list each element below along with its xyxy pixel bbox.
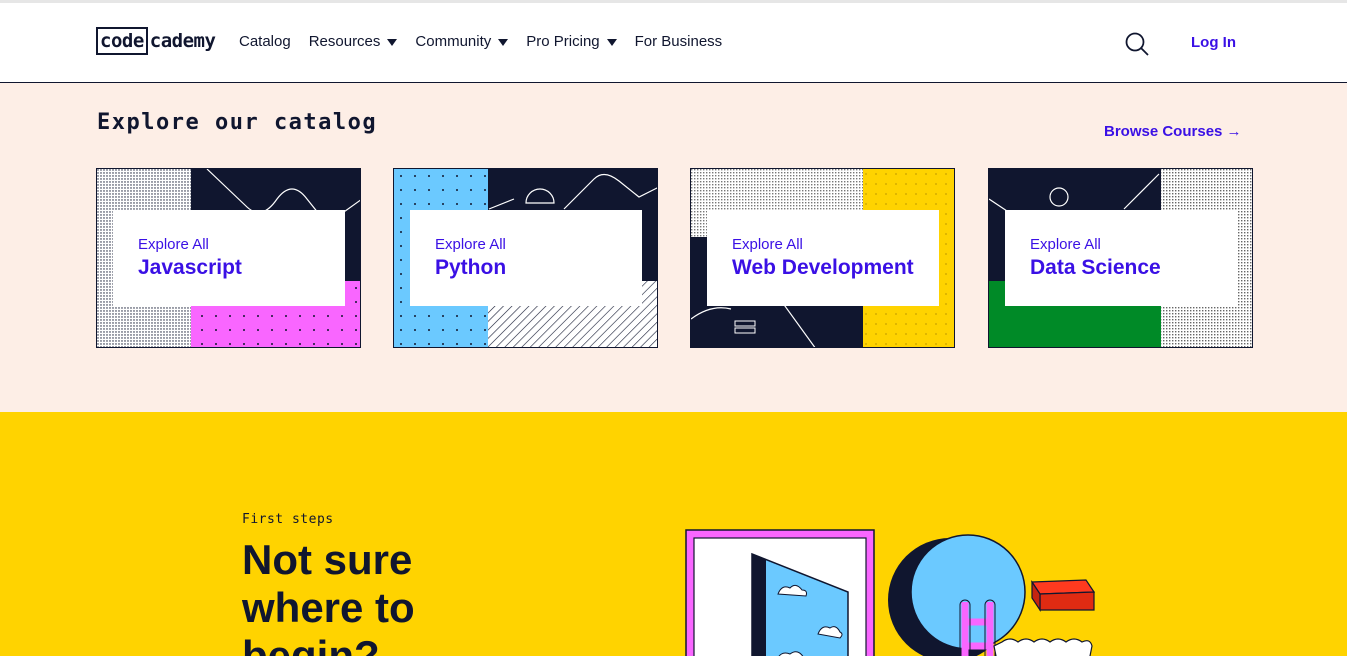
browse-courses-link[interactable]: Browse Courses → [1104, 123, 1242, 140]
card-title: Web Development [732, 256, 914, 279]
caret-down-icon [498, 38, 509, 46]
logo-box-text: code [96, 27, 148, 55]
card-small-text: Explore All [732, 236, 803, 253]
login-link[interactable]: Log In [1191, 34, 1236, 51]
nav-community[interactable]: Community [415, 31, 509, 53]
caret-down-icon [606, 38, 617, 46]
nav-community-label: Community [415, 33, 492, 50]
card-data-science[interactable]: Explore All Data Science [988, 168, 1253, 348]
nav-pro-pricing[interactable]: Pro Pricing [526, 31, 617, 53]
card-title: Data Science [1030, 256, 1161, 279]
first-steps-illustration [685, 529, 1096, 656]
first-steps-kicker: First steps [242, 512, 334, 527]
card-label: Explore All Web Development [707, 210, 939, 306]
card-small-text: Explore All [138, 236, 209, 253]
catalog-section: Explore our catalog Browse Courses → Exp… [0, 83, 1347, 412]
card-python[interactable]: Explore All Python [393, 168, 658, 348]
search-icon[interactable] [1124, 31, 1150, 57]
cup-shape [993, 638, 1093, 656]
card-small-text: Explore All [1030, 236, 1101, 253]
card-title: Javascript [138, 256, 242, 279]
main-nav: Catalog Resources Community Pro Pricing … [239, 31, 740, 53]
logo-rest-text: cademy [149, 30, 216, 52]
nav-resources-label: Resources [308, 33, 381, 50]
card-small-text: Explore All [435, 236, 506, 253]
first-steps-section: First steps Not sure where to begin? [0, 412, 1347, 656]
nav-resources[interactable]: Resources [309, 31, 398, 53]
card-web-development[interactable]: Explore All Web Development [690, 168, 955, 348]
site-header: code cademy Catalog Resources Community … [0, 3, 1347, 83]
nav-for-business-label: For Business [634, 33, 723, 50]
nav-catalog-label: Catalog [239, 33, 291, 50]
nav-pro-pricing-label: Pro Pricing [526, 33, 600, 50]
card-title: Python [435, 256, 507, 279]
card-label: Explore All Javascript [113, 210, 345, 306]
codecademy-logo[interactable]: code cademy [96, 27, 216, 55]
card-label: Explore All Data Science [1005, 210, 1237, 306]
catalog-title: Explore our catalog [97, 110, 378, 135]
caret-down-icon [387, 38, 398, 46]
nav-for-business[interactable]: For Business [635, 31, 723, 53]
card-label: Explore All Python [410, 210, 642, 306]
first-steps-title: Not sure where to begin? [242, 536, 415, 656]
nav-catalog[interactable]: Catalog [239, 31, 291, 53]
card-javascript[interactable]: Explore All Javascript [96, 168, 361, 348]
